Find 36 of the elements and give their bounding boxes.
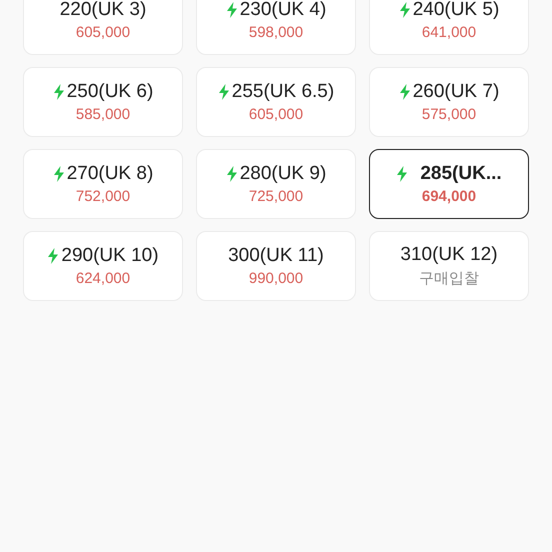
size-label: 255(UK 6.5)	[232, 81, 334, 103]
size-label: 230(UK 4)	[240, 0, 326, 21]
size-option[interactable]: 270(UK 8) 752,000	[23, 149, 183, 219]
size-label: 220(UK 3)	[60, 0, 146, 21]
price-text: 694,000	[422, 188, 476, 205]
size-option[interactable]: 300(UK 11) 990,000	[196, 231, 356, 301]
price-text: 641,000	[422, 24, 476, 41]
size-label: 260(UK 7)	[412, 81, 500, 103]
price-text: 598,000	[248, 24, 304, 41]
size-option[interactable]: 280(UK 9) 725,000	[196, 149, 356, 219]
bid-text: 구매입찰	[419, 269, 479, 288]
size-option[interactable]: 285(UK... 694,000	[369, 149, 529, 219]
size-label: 270(UK 8)	[66, 163, 154, 185]
size-label: 285(UK...	[420, 163, 502, 185]
size-label: 310(UK 12)	[400, 244, 498, 266]
size-option[interactable]: 250(UK 6) 585,000	[23, 67, 183, 137]
price-text: 575,000	[422, 106, 476, 123]
size-option[interactable]: 310(UK 12) 구매입찰	[369, 231, 529, 301]
size-label: 300(UK 11)	[228, 245, 324, 267]
price-text: 605,000	[76, 24, 130, 41]
size-option[interactable]: 255(UK 6.5) 605,000	[196, 67, 356, 137]
size-option[interactable]: 220(UK 3) 605,000	[23, 0, 183, 55]
price-text: 990,000	[248, 270, 304, 287]
price-text: 585,000	[76, 106, 130, 123]
price-text: 624,000	[76, 270, 130, 287]
size-option[interactable]: 240(UK 5) 641,000	[369, 0, 529, 55]
size-label: 280(UK 9)	[240, 163, 326, 185]
size-option[interactable]: 230(UK 4) 598,000	[196, 0, 356, 55]
size-label: 250(UK 6)	[66, 81, 154, 103]
price-text: 605,000	[248, 106, 304, 123]
size-label: 240(UK 5)	[412, 0, 500, 21]
size-option[interactable]: 260(UK 7) 575,000	[369, 67, 529, 137]
price-text: 752,000	[76, 188, 130, 205]
size-option[interactable]: 290(UK 10) 624,000	[23, 231, 183, 301]
price-text: 725,000	[248, 188, 304, 205]
size-label: 290(UK 10)	[61, 245, 159, 267]
